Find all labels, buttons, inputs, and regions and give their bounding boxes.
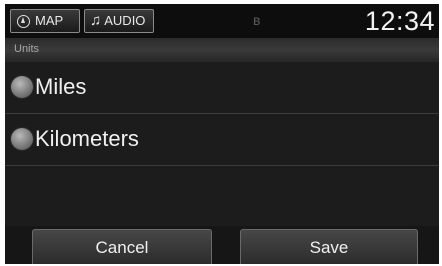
save-button[interactable]: Save bbox=[240, 229, 418, 264]
radio-button-icon[interactable] bbox=[11, 76, 33, 98]
status-bar: MAP ♫ AUDIO ʙ 12:34 bbox=[5, 4, 439, 38]
cancel-button[interactable]: Cancel bbox=[32, 229, 212, 264]
music-note-icon: ♫ bbox=[90, 12, 102, 29]
option-label: Miles bbox=[35, 74, 87, 99]
units-settings-screen: MAP ♫ AUDIO ʙ 12:34 Units Miles Kilomete… bbox=[5, 4, 439, 264]
section-title: Units bbox=[14, 43, 40, 55]
map-button[interactable]: MAP bbox=[10, 9, 80, 33]
action-bar: Cancel Save bbox=[5, 226, 439, 264]
audio-button-label: AUDIO bbox=[104, 13, 146, 28]
divider bbox=[5, 165, 439, 166]
section-header: Units bbox=[5, 38, 439, 62]
navigation-icon bbox=[17, 14, 30, 28]
option-miles[interactable]: Miles bbox=[5, 62, 439, 112]
bluetooth-icon: ʙ bbox=[253, 12, 261, 28]
option-kilometers[interactable]: Kilometers bbox=[5, 114, 439, 164]
clock: 12:34 bbox=[364, 6, 435, 36]
option-label: Kilometers bbox=[35, 126, 139, 151]
map-button-label: MAP bbox=[35, 13, 64, 28]
audio-button[interactable]: ♫ AUDIO bbox=[84, 9, 154, 33]
radio-button-icon[interactable] bbox=[11, 128, 33, 150]
